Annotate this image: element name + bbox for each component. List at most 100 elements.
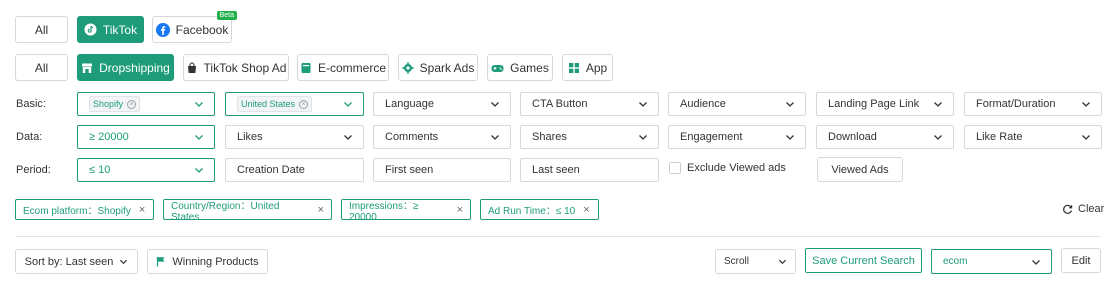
creation-date-input[interactable]: Creation Date [225, 158, 364, 182]
select-value: Audience [680, 98, 726, 110]
country-select[interactable]: United States × [225, 92, 364, 116]
chevron-down-icon [344, 102, 352, 107]
chevron-down-icon [195, 135, 203, 140]
basic-label: Basic: [16, 98, 46, 110]
impressions-select[interactable]: ≥ 20000 [77, 125, 215, 149]
category-app[interactable]: App [562, 54, 613, 81]
comments-select[interactable]: Comments [373, 125, 511, 149]
save-current-search-button[interactable]: Save Current Search [805, 248, 922, 273]
select-value: Download [828, 131, 877, 143]
tab-tiktok[interactable]: TikTok [77, 16, 144, 43]
chevron-down-icon [491, 135, 499, 140]
ecommerce-icon [300, 62, 312, 74]
select-value: Format/Duration [976, 98, 1056, 110]
chevron-down-icon [639, 135, 647, 140]
ecom-platform-select[interactable]: Shopify × [77, 92, 215, 116]
category-label: Games [510, 60, 549, 75]
tag-text: Ad Run Time：≤ 10 [488, 206, 576, 217]
gear-icon [401, 61, 414, 74]
last-seen-input[interactable]: Last seen [520, 158, 659, 182]
tag-text: United States [241, 99, 296, 109]
tag-text: Impressions：≥ 20000 [349, 200, 419, 223]
tab-label: All [34, 22, 49, 37]
close-icon[interactable]: × [457, 204, 463, 216]
checkbox-label: Exclude Viewed ads [687, 162, 786, 174]
saved-search-select[interactable]: ecom [931, 249, 1052, 274]
category-dropshipping[interactable]: Dropshipping [77, 54, 174, 81]
close-icon[interactable]: × [318, 204, 324, 216]
tab-facebook[interactable]: Facebook Beta [152, 11, 237, 43]
divider [16, 236, 1101, 237]
store-icon [81, 62, 93, 74]
active-filter-tag: Ecom platform：Shopify × [15, 199, 154, 220]
chevron-down-icon [195, 102, 203, 107]
select-value: Shares [532, 131, 567, 143]
winning-label: Winning Products [172, 255, 259, 268]
data-label: Data: [16, 131, 43, 143]
format-duration-select[interactable]: Format/Duration [964, 92, 1102, 116]
select-value: ecom [943, 256, 968, 267]
flag-icon [157, 257, 165, 267]
edit-button[interactable]: Edit [1061, 248, 1101, 273]
cta-button-select[interactable]: CTA Button [520, 92, 659, 116]
selected-tag: Shopify × [89, 96, 141, 112]
category-label: TikTok Shop Ad [203, 60, 287, 75]
tab-all-platforms[interactable]: All [15, 16, 68, 43]
select-value: ≥ 20000 [89, 131, 129, 143]
active-filter-tag: Country/Region：United States × [163, 199, 332, 223]
first-seen-input[interactable]: First seen [373, 158, 511, 182]
tag-text: Ecom platform：Shopify [23, 206, 131, 217]
chevron-down-icon [1032, 259, 1040, 265]
clear-label: Clear [1078, 203, 1105, 215]
ad-run-time-select[interactable]: ≤ 10 [77, 158, 215, 182]
chevron-down-icon [1082, 102, 1090, 107]
shopping-bag-icon [186, 61, 198, 74]
viewed-ads-button[interactable]: Viewed Ads [817, 157, 903, 182]
button-label: Viewed Ads [831, 163, 889, 176]
chevron-down-icon [491, 102, 499, 107]
scroll-value: Scroll [724, 256, 750, 267]
likes-select[interactable]: Likes [225, 125, 364, 149]
category-label: Dropshipping [99, 60, 170, 75]
category-ecommerce[interactable]: E-commerce [297, 54, 389, 81]
sort-label: Sort by: Last seen [24, 255, 114, 268]
chevron-down-icon [120, 259, 128, 265]
chevron-down-icon [934, 135, 942, 140]
category-games[interactable]: Games [487, 54, 553, 81]
landing-page-select[interactable]: Landing Page Link [816, 92, 954, 116]
category-label: App [585, 60, 608, 75]
close-icon[interactable]: × [583, 204, 589, 216]
select-value: ≤ 10 [89, 164, 111, 176]
language-select[interactable]: Language [373, 92, 511, 116]
shares-select[interactable]: Shares [520, 125, 659, 149]
checkbox-box[interactable] [669, 162, 681, 174]
facebook-icon [155, 22, 170, 37]
category-label: All [34, 60, 49, 75]
tab-label: Facebook [175, 22, 229, 37]
scroll-select[interactable]: Scroll [715, 249, 796, 274]
close-icon[interactable]: × [139, 204, 145, 216]
category-label: E-commerce [317, 60, 386, 75]
active-filter-tag: Ad Run Time：≤ 10 × [480, 199, 599, 220]
selected-tag: United States × [237, 96, 313, 112]
winning-products-button[interactable]: Winning Products [147, 249, 268, 274]
exclude-viewed-checkbox[interactable]: Exclude Viewed ads [669, 162, 786, 174]
refresh-icon [1063, 204, 1073, 214]
gamepad-icon [491, 62, 504, 74]
select-value: Landing Page Link [828, 98, 920, 110]
like-rate-select[interactable]: Like Rate [964, 125, 1102, 149]
category-label: Spark Ads [419, 60, 475, 75]
remove-tag-icon[interactable]: × [299, 99, 309, 109]
engagement-select[interactable]: Engagement [668, 125, 806, 149]
audience-select[interactable]: Audience [668, 92, 806, 116]
sort-select[interactable]: Sort by: Last seen [15, 249, 138, 274]
remove-tag-icon[interactable]: × [127, 99, 137, 109]
clear-filters-button[interactable]: Clear [1062, 203, 1104, 215]
select-value: Comments [385, 131, 439, 143]
category-tiktok-shop-ad[interactable]: TikTok Shop Ad [183, 54, 289, 81]
category-spark-ads[interactable]: Spark Ads [398, 54, 478, 81]
select-value: Engagement [680, 131, 743, 143]
edit-label: Edit [1071, 254, 1091, 267]
category-all[interactable]: All [15, 54, 68, 81]
download-select[interactable]: Download [816, 125, 954, 149]
